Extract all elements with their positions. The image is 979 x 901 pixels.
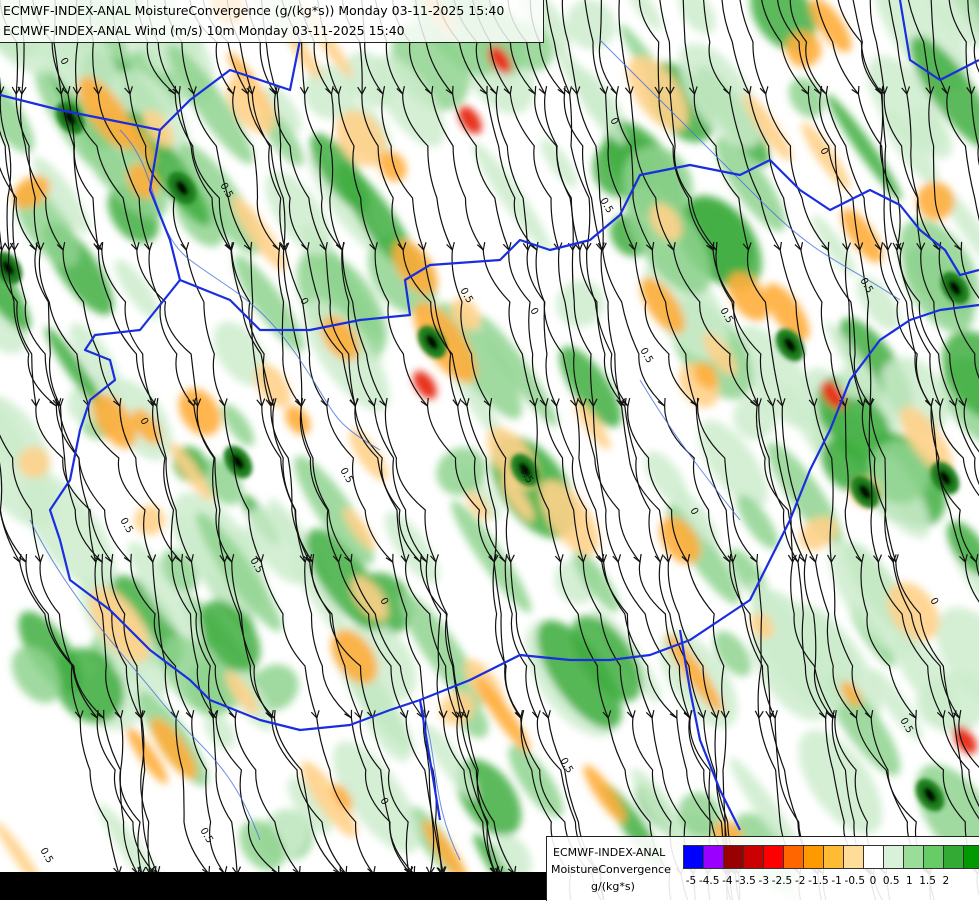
legend-tick-label: -0.5 [845, 875, 866, 887]
legend-parameter: MoistureConvergence [551, 863, 671, 876]
title-wind: ECMWF-INDEX-ANAL Wind (m/s) 10m Monday 0… [3, 23, 405, 38]
legend-tick-label: 2 [942, 875, 949, 887]
legend-unit: g/(kg*s) [591, 880, 635, 893]
legend-tick-label: 1.5 [919, 875, 936, 887]
legend-swatch [863, 845, 884, 869]
legend-tick-label: -3 [759, 875, 769, 887]
legend-tick-label: -1 [831, 875, 841, 887]
legend-tick-label: -3.5 [735, 875, 756, 887]
legend-tick-label: -2.5 [772, 875, 793, 887]
legend-tick-label: -2 [795, 875, 805, 887]
legend-swatch [883, 845, 904, 869]
legend-swatch [823, 845, 844, 869]
title-box: ECMWF-INDEX-ANAL MoistureConvergence (g/… [0, 0, 544, 43]
title-moisture-convergence: ECMWF-INDEX-ANAL MoistureConvergence (g/… [3, 3, 504, 18]
legend-swatch [763, 845, 784, 869]
legend-tick-label: 0 [870, 875, 877, 887]
legend-swatch [803, 845, 824, 869]
legend-swatch [923, 845, 944, 869]
legend-swatch [943, 845, 964, 869]
legend-tick-label: -5 [686, 875, 696, 887]
legend-swatch [683, 845, 704, 869]
legend-tick-label: 1 [906, 875, 913, 887]
legend-tick-label: 0.5 [883, 875, 900, 887]
legend-swatch [963, 845, 979, 869]
legend: ECMWF-INDEX-ANAL MoistureConvergence g/(… [546, 836, 979, 901]
legend-tick-label: -1.5 [808, 875, 829, 887]
moisture-convergence-map: 00.500.500.500.50.500.500.50.500.500.50.… [0, 0, 979, 900]
legend-swatch [783, 845, 804, 869]
legend-color-scale [683, 845, 979, 869]
legend-model: ECMWF-INDEX-ANAL [553, 846, 665, 859]
legend-swatch [703, 845, 724, 869]
legend-swatch [723, 845, 744, 869]
legend-swatch [903, 845, 924, 869]
legend-tick-label: -4.5 [699, 875, 720, 887]
legend-swatch [843, 845, 864, 869]
legend-tick-label: -4 [722, 875, 732, 887]
no-data-band [0, 872, 546, 900]
legend-swatch [743, 845, 764, 869]
legend-tick-labels: -5-4.5-4-3.5-3-2.5-2-1.5-1-0.500.511.52 [691, 875, 979, 889]
